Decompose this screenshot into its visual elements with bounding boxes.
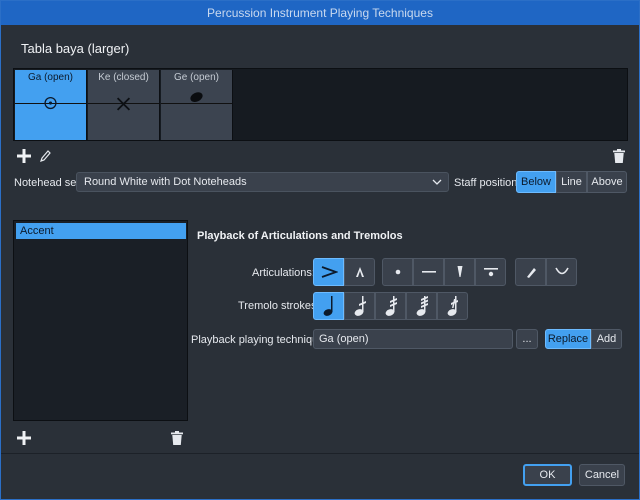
tremolo-three-strokes-icon bbox=[416, 296, 428, 316]
delete-technique-button[interactable] bbox=[611, 147, 627, 165]
playback-technique-field[interactable]: Ga (open) bbox=[313, 329, 513, 349]
marcato-button[interactable] bbox=[344, 258, 375, 286]
plus-icon bbox=[17, 149, 31, 163]
delete-articulation-button[interactable] bbox=[169, 429, 185, 447]
staccato-icon bbox=[395, 269, 400, 275]
staff-position-below[interactable]: Below bbox=[516, 171, 556, 193]
tenuto-staccato-icon bbox=[483, 268, 498, 277]
replace-button[interactable]: Replace bbox=[545, 329, 591, 349]
tenuto-button[interactable] bbox=[413, 258, 444, 286]
add-button[interactable]: Add bbox=[591, 329, 622, 349]
pencil-icon bbox=[40, 150, 51, 162]
filled-notehead-icon bbox=[190, 92, 203, 102]
staff-position-group: Below Line Above bbox=[516, 171, 627, 193]
x-notehead-icon bbox=[116, 97, 131, 111]
marcato-icon bbox=[355, 267, 364, 277]
tremolo-buzz-button[interactable] bbox=[437, 292, 468, 320]
cancel-button[interactable]: Cancel bbox=[579, 464, 625, 486]
trash-icon bbox=[613, 149, 625, 163]
duration-articulation-group bbox=[382, 258, 506, 286]
unstress-icon bbox=[554, 267, 569, 275]
articulation-list[interactable]: Accent bbox=[13, 220, 188, 421]
notehead-set-combo[interactable]: Round White with Dot Noteheads bbox=[76, 172, 449, 192]
playback-section-title: Playback of Articulations and Tremolos bbox=[197, 230, 403, 242]
list-item[interactable]: Accent bbox=[16, 223, 186, 239]
add-articulation-button[interactable] bbox=[15, 429, 33, 447]
technique-ke-closed[interactable]: Ke (closed) bbox=[88, 70, 160, 140]
window-title: Percussion Instrument Playing Techniques bbox=[1, 1, 639, 25]
tremolo-two-strokes-icon bbox=[385, 296, 397, 316]
circle-dot-notehead-icon bbox=[44, 96, 57, 110]
playback-technique-label: Playback playing technique: bbox=[191, 334, 328, 346]
tremolo-strokes-label: Tremolo strokes: bbox=[238, 300, 320, 312]
staccato-button[interactable] bbox=[382, 258, 413, 286]
edit-technique-button[interactable] bbox=[37, 147, 53, 165]
instrument-name: Tabla baya (larger) bbox=[21, 41, 130, 56]
articulations-label: Articulations: bbox=[252, 267, 315, 279]
accent-articulation-group bbox=[313, 258, 375, 286]
tremolo-none-button[interactable] bbox=[313, 292, 344, 320]
technique-label: Ke (closed) bbox=[98, 72, 149, 83]
accent-button[interactable] bbox=[313, 258, 344, 286]
ok-button[interactable]: OK bbox=[523, 464, 572, 486]
tremolo-buzz-icon bbox=[447, 296, 458, 316]
tenuto-staccato-button[interactable] bbox=[475, 258, 506, 286]
notehead-set-label: Notehead set: bbox=[14, 177, 83, 189]
plus-icon bbox=[17, 431, 31, 445]
technique-ge-open[interactable]: Ge (open) bbox=[161, 70, 233, 140]
notehead-set-value: Round White with Dot Noteheads bbox=[84, 176, 247, 188]
tremolo-2-strokes-button[interactable] bbox=[375, 292, 406, 320]
staff-position-above[interactable]: Above bbox=[587, 171, 627, 193]
technique-ga-open[interactable]: Ga (open) bbox=[15, 70, 87, 140]
technique-label: Ga (open) bbox=[27, 72, 74, 83]
quarter-note-icon bbox=[323, 296, 332, 316]
staff-position-line[interactable]: Line bbox=[556, 171, 587, 193]
staccatissimo-button[interactable] bbox=[444, 258, 475, 286]
staff-position-label: Staff position: bbox=[454, 177, 521, 189]
techniques-strip: Ga (open) Ke (closed) Ge (open) bbox=[13, 68, 628, 141]
trash-icon bbox=[171, 431, 183, 445]
tremolo-3-strokes-button[interactable] bbox=[406, 292, 437, 320]
tremolo-one-stroke-icon bbox=[354, 296, 366, 316]
tremolo-group bbox=[313, 292, 468, 320]
footer-divider bbox=[1, 453, 639, 454]
unstress-button[interactable] bbox=[546, 258, 577, 286]
stress-button[interactable] bbox=[515, 258, 546, 286]
dialog-window: Percussion Instrument Playing Techniques… bbox=[0, 0, 640, 500]
stress-articulation-group bbox=[515, 258, 577, 286]
tenuto-icon bbox=[421, 271, 436, 273]
tremolo-1-stroke-button[interactable] bbox=[344, 292, 375, 320]
browse-technique-button[interactable]: ... bbox=[516, 329, 538, 349]
accent-icon bbox=[321, 266, 338, 278]
technique-label: Ge (open) bbox=[173, 72, 220, 83]
staccatissimo-icon bbox=[457, 266, 462, 277]
stress-icon bbox=[526, 268, 536, 278]
chevron-down-icon bbox=[432, 179, 442, 185]
add-technique-button[interactable] bbox=[15, 147, 33, 165]
